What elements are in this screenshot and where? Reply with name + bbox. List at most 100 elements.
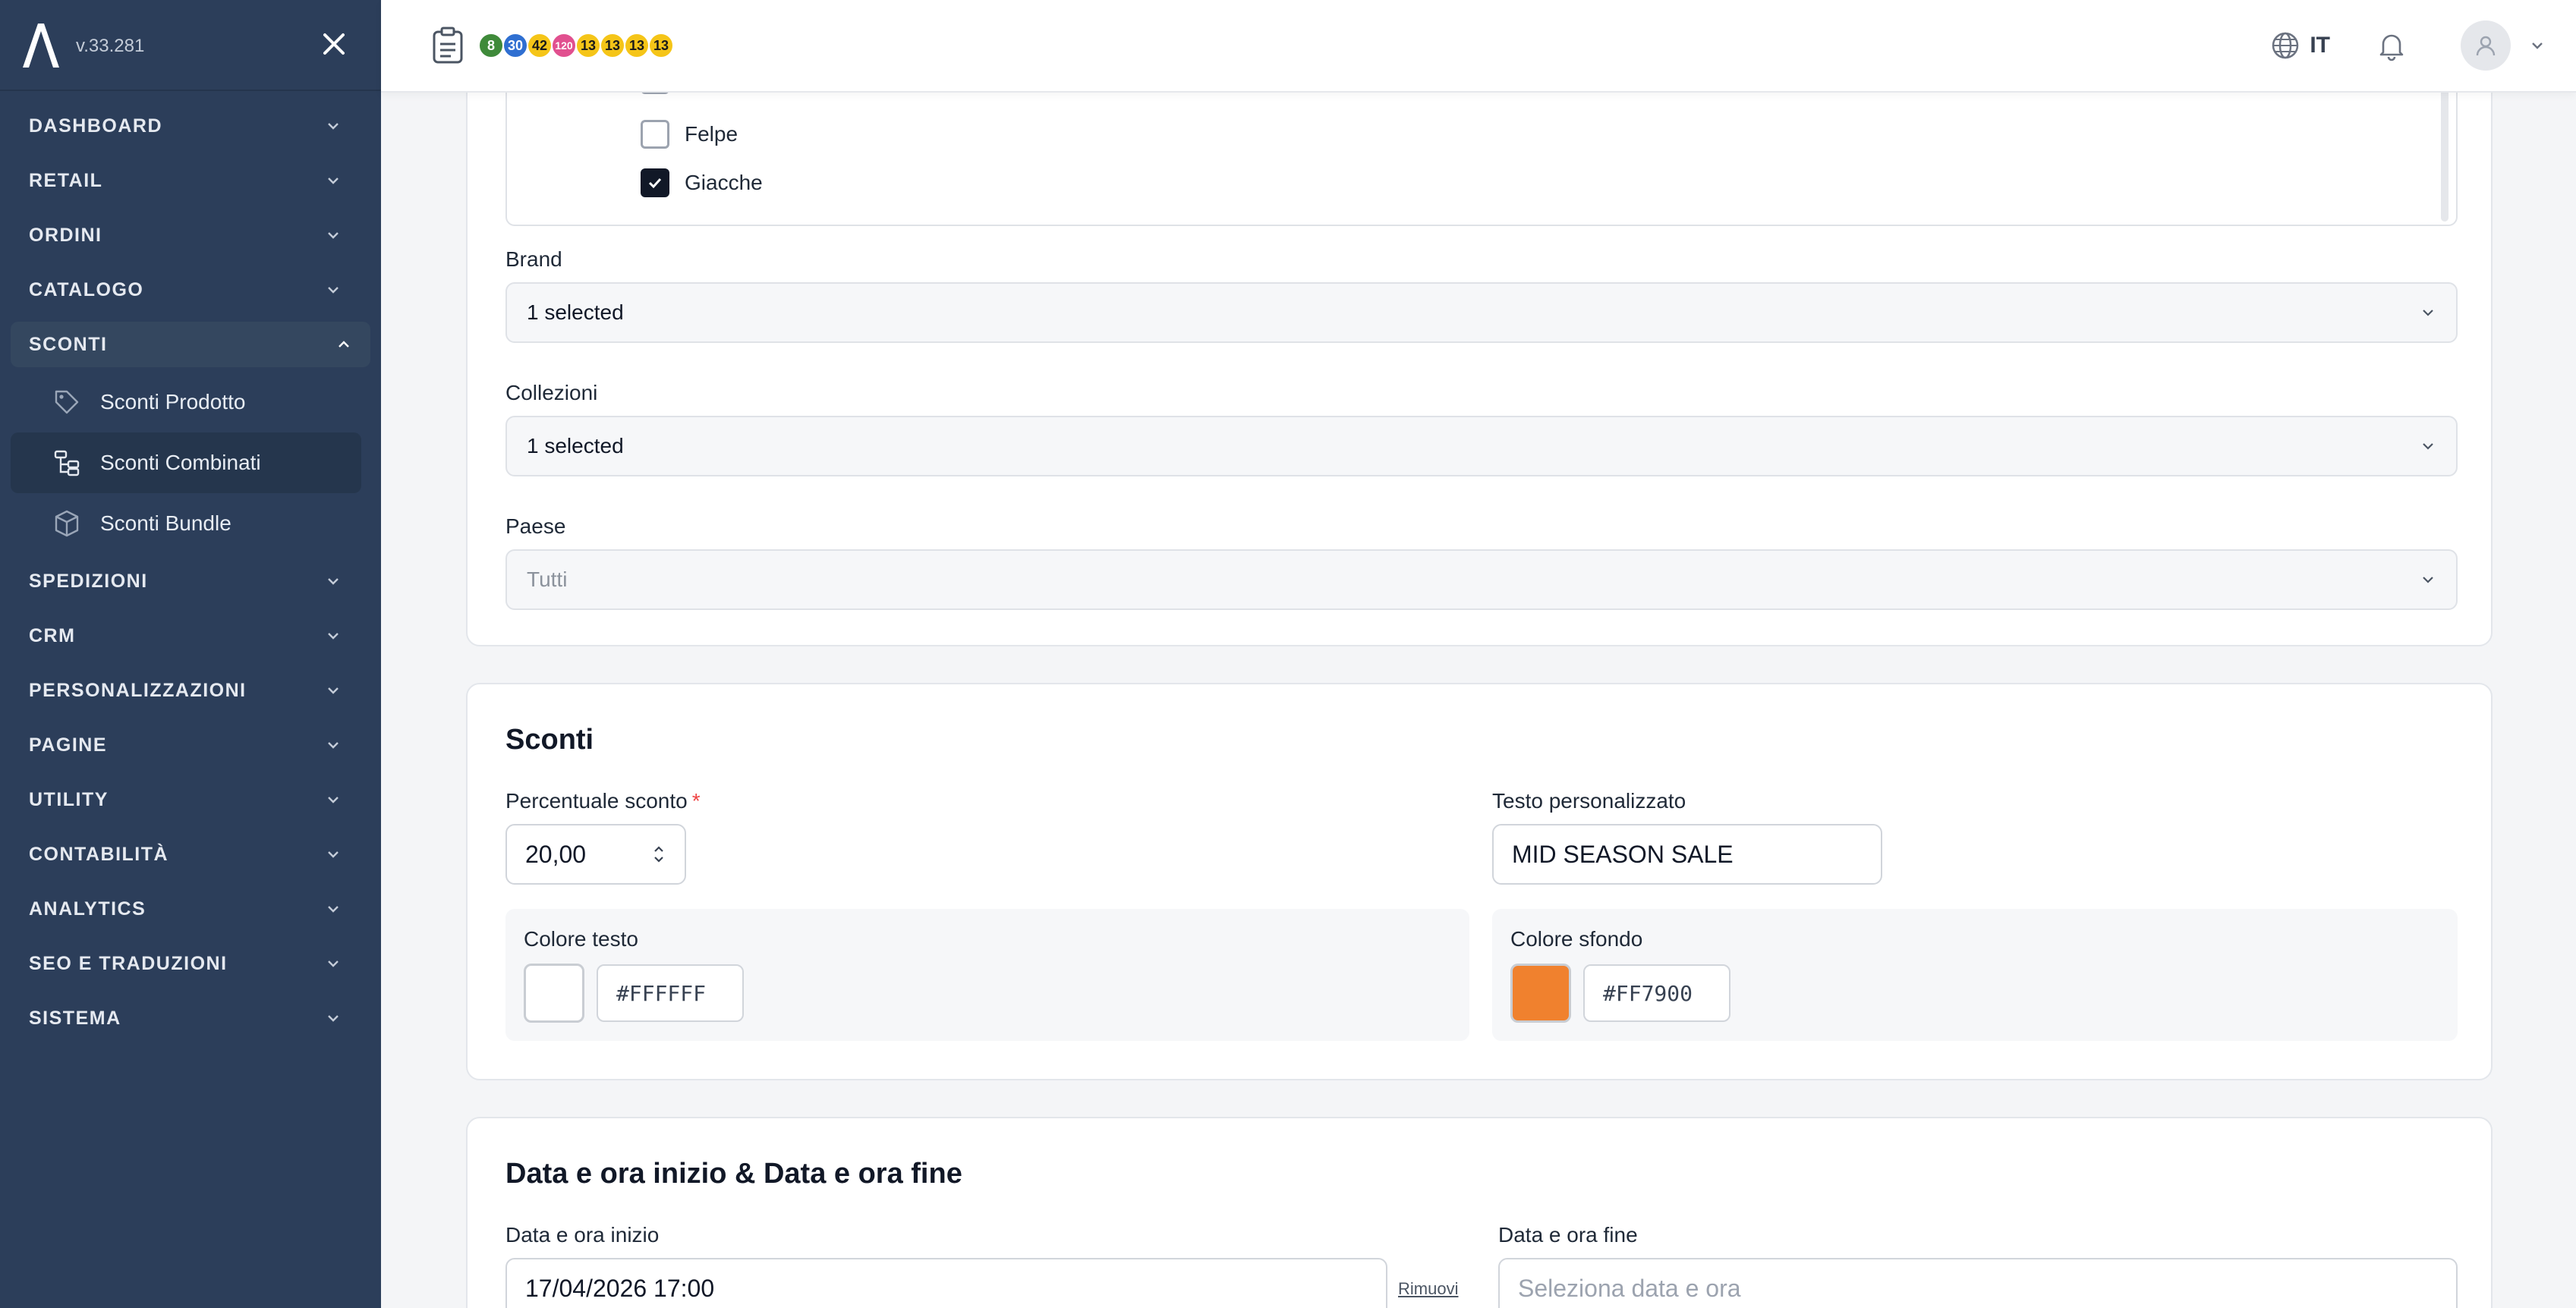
sidebar-item-label: SEO E TRADUZIONI <box>29 952 228 974</box>
percent-label: Percentuale sconto * <box>505 789 701 813</box>
chevron-down-icon <box>2423 577 2433 583</box>
category-tree[interactable]: Felpe Giacche <box>505 65 2458 226</box>
sidebar-nav: DASHBOARD RETAIL ORDINI CATALOGO SCONTI … <box>0 91 381 1045</box>
start-date-label: Data e ora inizio <box>505 1223 660 1247</box>
count-badge[interactable]: 42 <box>527 33 553 58</box>
sidebar-subitem-sconti-prodotto[interactable]: Sconti Prodotto <box>11 372 361 432</box>
chevron-down-icon[interactable] <box>2529 37 2546 54</box>
end-date-input[interactable]: Seleziona data e ora <box>1498 1258 2458 1308</box>
tree-item-giacche[interactable]: Giacche <box>641 168 763 197</box>
remove-start-date-link[interactable]: Rimuovi <box>1398 1279 1458 1299</box>
sidebar-item-contabilita[interactable]: CONTABILITÀ <box>0 827 381 882</box>
tree-item-felpe[interactable]: Felpe <box>641 120 738 149</box>
avatar[interactable] <box>2461 20 2511 71</box>
notification-badges: 8 30 42 120 13 13 13 13 <box>478 33 674 58</box>
chevron-down-icon <box>2423 443 2433 450</box>
count-badge[interactable]: 13 <box>648 33 674 58</box>
count-badge[interactable]: 13 <box>624 33 650 58</box>
collezioni-label: Collezioni <box>505 381 598 404</box>
paese-select-value: Tutti <box>527 568 568 591</box>
count-badge[interactable]: 8 <box>478 33 504 58</box>
sidebar-item-label: SCONTI <box>29 333 108 355</box>
dates-card: Data e ora inizio & Data e ora fine Data… <box>466 1117 2493 1308</box>
text-color-swatch[interactable] <box>524 964 584 1023</box>
sidebar-item-crm[interactable]: CRM <box>0 608 381 663</box>
sidebar: v.33.281 DASHBOARD RETAIL ORDINI CATALOG… <box>0 0 381 1308</box>
app-logo[interactable] <box>20 20 62 69</box>
sidebar-item-label: RETAIL <box>29 169 103 191</box>
sidebar-item-label: CRM <box>29 624 76 646</box>
sidebar-subitem-label: Sconti Prodotto <box>100 390 246 413</box>
sidebar-item-label: PERSONALIZZAZIONI <box>29 679 247 701</box>
sidebar-item-retail[interactable]: RETAIL <box>0 153 381 208</box>
sidebar-item-label: SPEDIZIONI <box>29 570 148 592</box>
chevron-down-icon <box>328 851 339 858</box>
brand-select-value: 1 selected <box>527 300 624 324</box>
sconti-title: Sconti <box>505 724 594 756</box>
tree-item-label: Felpe <box>685 122 738 146</box>
sidebar-item-utility[interactable]: UTILITY <box>0 772 381 827</box>
custom-text-input[interactable]: MID SEASON SALE <box>1492 824 1882 885</box>
sidebar-subitem-sconti-bundle[interactable]: Sconti Bundle <box>11 493 361 554</box>
check-icon <box>648 178 662 189</box>
top-bar-actions: IT <box>2270 0 2546 91</box>
sidebar-item-personalizzazioni[interactable]: PERSONALIZZAZIONI <box>0 663 381 718</box>
user-icon <box>2476 36 2496 56</box>
bg-color-hex-input[interactable]: #FF7900 <box>1583 964 1730 1022</box>
dates-title: Data e ora inizio & Data e ora fine <box>505 1158 962 1190</box>
sidebar-item-label: CATALOGO <box>29 278 144 300</box>
language-switcher[interactable]: IT <box>2270 30 2330 61</box>
brand-select[interactable]: 1 selected <box>505 282 2458 343</box>
sidebar-item-sistema[interactable]: SISTEMA <box>0 991 381 1045</box>
percent-input[interactable]: 20,00 <box>505 824 686 885</box>
globe-icon <box>2272 32 2299 59</box>
end-date-label: Data e ora fine <box>1498 1223 1638 1247</box>
hierarchy-icon <box>54 450 80 476</box>
chevron-down-icon <box>328 633 339 640</box>
chevron-down-icon <box>328 906 339 913</box>
bg-color-panel: Colore sfondo #FF7900 <box>1492 909 2458 1041</box>
count-badge[interactable]: 13 <box>575 33 601 58</box>
box-icon <box>55 510 79 537</box>
checkbox-giacche[interactable] <box>641 168 669 197</box>
clipboard-icon[interactable] <box>431 26 464 65</box>
bg-color-label: Colore sfondo <box>1510 927 1643 951</box>
text-color-panel: Colore testo #FFFFFF <box>505 909 1469 1041</box>
sidebar-subitem-sconti-combinati[interactable]: Sconti Combinati <box>11 432 361 493</box>
checkbox-felpe[interactable] <box>641 120 669 149</box>
sidebar-item-label: SISTEMA <box>29 1007 121 1029</box>
chevron-up-icon <box>339 341 349 347</box>
text-color-hex-input[interactable]: #FFFFFF <box>597 964 744 1022</box>
stepper-icon[interactable] <box>651 841 666 867</box>
close-sidebar-icon[interactable] <box>319 29 349 59</box>
sidebar-item-sconti[interactable]: SCONTI <box>11 322 370 367</box>
custom-text-label: Testo personalizzato <box>1492 789 1686 813</box>
sidebar-item-ordini[interactable]: ORDINI <box>0 208 381 263</box>
bg-color-swatch[interactable] <box>1510 964 1571 1023</box>
sidebar-item-pagine[interactable]: PAGINE <box>0 718 381 772</box>
count-badge[interactable]: 30 <box>502 33 528 58</box>
collezioni-select[interactable]: 1 selected <box>505 416 2458 476</box>
chevron-down-icon <box>328 123 339 130</box>
chevron-down-icon <box>328 687 339 694</box>
chevron-down-icon <box>328 578 339 585</box>
sidebar-item-analytics[interactable]: ANALYTICS <box>0 882 381 936</box>
sidebar-item-catalogo[interactable]: CATALOGO <box>0 263 381 317</box>
chevron-down-icon <box>328 961 339 967</box>
sidebar-item-label: DASHBOARD <box>29 115 162 137</box>
sidebar-item-label: PAGINE <box>29 734 107 756</box>
tree-scrollbar[interactable] <box>2441 85 2448 222</box>
language-code: IT <box>2310 33 2330 58</box>
bell-icon[interactable] <box>2376 30 2408 61</box>
sidebar-item-spedizioni[interactable]: SPEDIZIONI <box>0 554 381 608</box>
count-badge[interactable]: 13 <box>600 33 625 58</box>
percent-value: 20,00 <box>525 840 587 868</box>
sidebar-item-seo-e-traduzioni[interactable]: SEO E TRADUZIONI <box>0 936 381 991</box>
paese-select[interactable]: Tutti <box>505 549 2458 610</box>
filters-card: Felpe Giacche Brand 1 selected Collezion… <box>466 30 2493 646</box>
start-date-input[interactable]: 17/04/2026 17:00 <box>505 1258 1387 1308</box>
count-badge[interactable]: 120 <box>551 33 577 58</box>
tree-item-label: Giacche <box>685 171 763 194</box>
percent-label-text: Percentuale sconto <box>505 789 688 813</box>
sidebar-item-dashboard[interactable]: DASHBOARD <box>0 99 381 153</box>
